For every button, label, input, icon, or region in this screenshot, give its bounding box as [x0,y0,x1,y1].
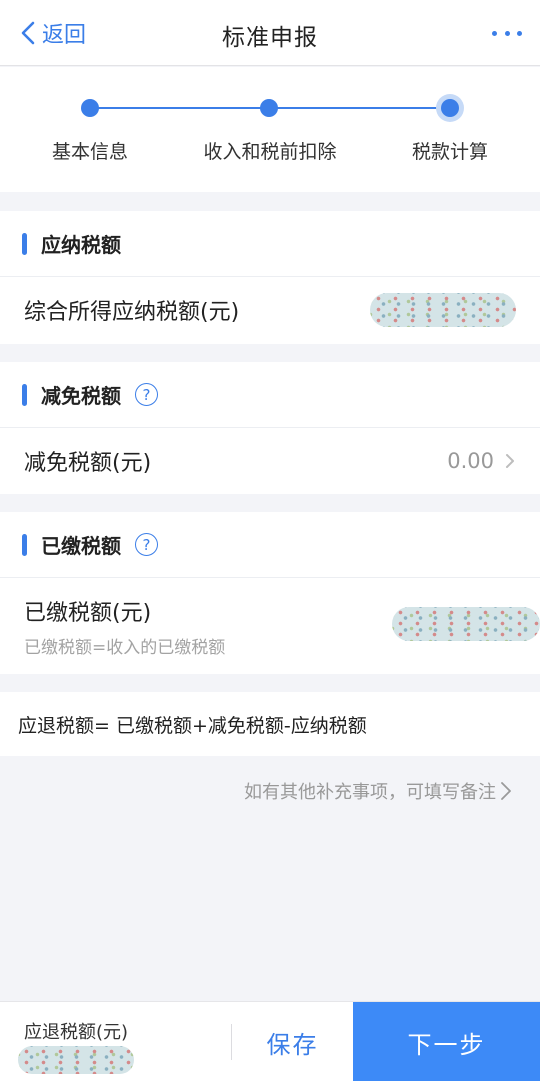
section-accent-bar [22,232,27,255]
step-dot-1 [81,99,99,117]
step-dot-3-current [436,94,464,122]
redacted-amount [18,1046,134,1074]
step-label-tax-calculation: 税款计算 [411,141,489,163]
section-title-tax-payable: 应纳税额 [41,233,121,257]
section-accent-bar [22,533,27,556]
chevron-right-icon [501,782,511,800]
next-step-button[interactable]: 下一步 [353,1002,540,1081]
more-dots-icon[interactable] [492,22,522,44]
section-header: 减免税额 ? [0,362,540,428]
refund-formula: 应退税额= 已缴税额+减免税额-应纳税额 [0,692,540,756]
question-circle-icon[interactable]: ? [135,383,158,406]
redacted-amount [392,607,540,641]
save-button[interactable]: 保存 [232,1002,353,1081]
page-title: 标准申报 [222,25,318,51]
remark-link[interactable]: 如有其他补充事项，可填写备注 [244,778,512,804]
tax-payable-row: 综合所得应纳税额(元) [0,277,540,343]
remark-link-label: 如有其他补充事项，可填写备注 [244,782,496,803]
chevron-right-icon [506,454,514,468]
tax-paid-label: 已缴税额(元) [24,600,152,626]
progress-stepper: 基本信息 收入和税前扣除 税款计算 [0,67,540,192]
tax-paid-hint: 已缴税额=收入的已缴税额 [24,637,226,658]
step-label-basic-info: 基本信息 [51,141,129,163]
bottom-action-bar: 应退税额(元) 保存 下一步 [0,1001,540,1081]
step-dot-2 [260,99,278,117]
section-header: 应纳税额 [0,211,540,277]
tax-paid-section: 已缴税额 ? 已缴税额(元) 已缴税额=收入的已缴税额 [0,512,540,674]
tax-payable-section: 应纳税额 综合所得应纳税额(元) [0,211,540,344]
tax-payable-label: 综合所得应纳税额(元) [24,300,240,325]
refund-amount-label: 应退税额(元) [24,1022,129,1043]
navigation-bar: 返回 标准申报 [0,0,540,66]
tax-reduction-section: 减免税额 ? 减免税额(元) 0.00 [0,362,540,494]
question-circle-icon[interactable]: ? [135,533,158,556]
tax-reduction-value: 0.00 [447,449,494,473]
step-label-income-deduction: 收入和税前扣除 [203,141,337,163]
tax-paid-row: 已缴税额(元) 已缴税额=收入的已缴税额 [0,578,540,674]
section-title-tax-reduction: 减免税额 [41,384,121,408]
tax-calculation-page: 返回 标准申报 基本信息 收入和税前扣除 税款计算 应纳税额 综合所得应纳税额(… [0,0,540,1081]
section-accent-bar [22,383,27,406]
section-title-tax-paid: 已缴税额 [41,534,121,558]
section-header: 已缴税额 ? [0,512,540,578]
tax-reduction-row[interactable]: 减免税额(元) 0.00 [0,428,540,494]
redacted-amount [370,293,516,327]
tax-reduction-label: 减免税额(元) [24,451,152,476]
step-connector [90,107,269,109]
step-connector [269,107,450,109]
